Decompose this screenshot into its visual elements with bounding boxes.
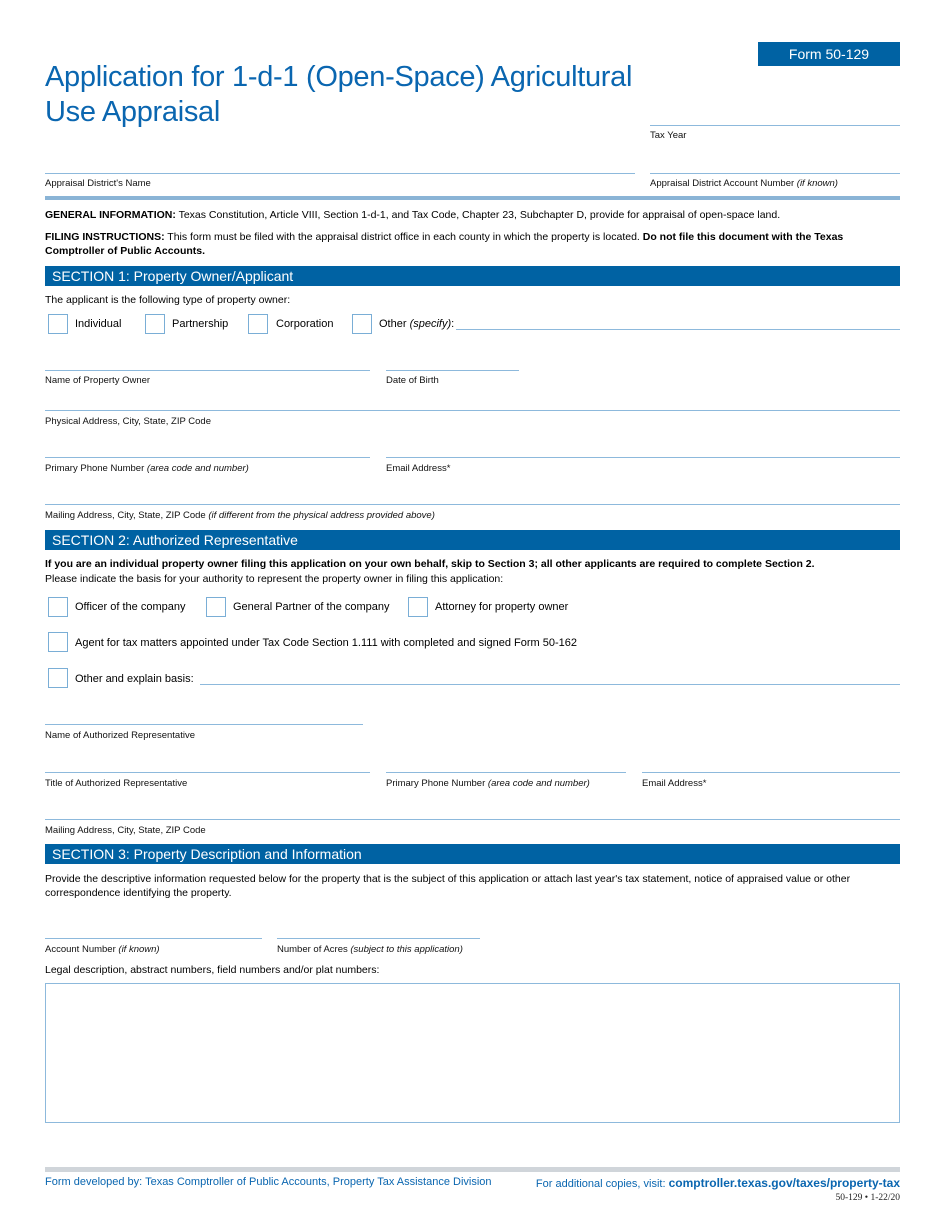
physical-address-label: Physical Address, City, State, ZIP Code bbox=[45, 416, 211, 427]
owner-name-label: Name of Property Owner bbox=[45, 375, 151, 386]
footer-form-code: 50-129 • 1-22/20 bbox=[835, 1193, 900, 1203]
dob-label: Date of Birth bbox=[386, 375, 439, 386]
rep-mailing-address-label: Mailing Address, City, State, ZIP Code bbox=[45, 825, 206, 836]
rep-phone-label: Primary Phone Number (area code and numb… bbox=[386, 778, 590, 789]
checkbox-corporation[interactable] bbox=[248, 314, 268, 334]
account-number-field[interactable] bbox=[45, 938, 262, 939]
section-3-header: SECTION 3: Property Description and Info… bbox=[45, 844, 900, 864]
rep-name-field[interactable] bbox=[45, 724, 363, 725]
checkbox-agent-label: Agent for tax matters appointed under Ta… bbox=[75, 637, 578, 649]
owner-mailing-address-label: Mailing Address, City, State, ZIP Code (… bbox=[45, 510, 435, 521]
rep-name-label: Name of Authorized Representative bbox=[45, 730, 195, 741]
section-2-intro: Please indicate the basis for your autho… bbox=[45, 573, 504, 585]
owner-phone-field[interactable] bbox=[45, 457, 370, 458]
footer-copies: For additional copies, visit: comptrolle… bbox=[535, 1176, 900, 1190]
section-2-header: SECTION 2: Authorized Representative bbox=[45, 530, 900, 550]
checkbox-officer[interactable] bbox=[48, 597, 68, 617]
header-divider bbox=[45, 196, 900, 200]
owner-type-intro: The applicant is the following type of p… bbox=[45, 294, 291, 306]
checkbox-other-basis[interactable] bbox=[48, 668, 68, 688]
district-name-field[interactable] bbox=[45, 173, 635, 174]
checkbox-partnership[interactable] bbox=[145, 314, 165, 334]
checkbox-attorney[interactable] bbox=[408, 597, 428, 617]
rep-email-label: Email Address* bbox=[642, 778, 707, 789]
other-specify-field[interactable] bbox=[456, 329, 900, 330]
tax-year-label: Tax Year bbox=[650, 130, 687, 141]
checkbox-individual[interactable] bbox=[48, 314, 68, 334]
rep-title-field[interactable] bbox=[45, 772, 370, 773]
owner-mailing-address-field[interactable] bbox=[45, 504, 900, 505]
section-3-intro: Provide the descriptive information requ… bbox=[45, 873, 851, 899]
section-2-bold-intro: If you are an individual property owner … bbox=[45, 558, 815, 570]
footer-developed-by: Form developed by: Texas Comptroller of … bbox=[45, 1176, 492, 1188]
owner-name-field[interactable] bbox=[45, 370, 370, 371]
checkbox-agent[interactable] bbox=[48, 632, 68, 652]
account-number-label: Account Number (if known) bbox=[45, 944, 160, 955]
acres-field[interactable] bbox=[277, 938, 480, 939]
checkbox-attorney-label: Attorney for property owner bbox=[435, 601, 569, 613]
acres-label: Number of Acres (subject to this applica… bbox=[277, 944, 463, 955]
general-information: GENERAL INFORMATION: Texas Constitution,… bbox=[45, 209, 781, 221]
legal-description-label: Legal description, abstract numbers, fie… bbox=[45, 964, 380, 976]
rep-title-label: Title of Authorized Representative bbox=[45, 778, 188, 789]
checkbox-other-label: Other (specify): bbox=[379, 318, 455, 330]
dob-field[interactable] bbox=[386, 370, 519, 371]
checkbox-individual-label: Individual bbox=[75, 318, 122, 330]
owner-email-label: Email Address* bbox=[386, 463, 451, 474]
form-number-badge: Form 50-129 bbox=[758, 42, 900, 66]
district-account-label: Appraisal District Account Number (if kn… bbox=[650, 178, 838, 189]
rep-mailing-address-field[interactable] bbox=[45, 819, 900, 820]
checkbox-general-partner[interactable] bbox=[206, 597, 226, 617]
district-account-field[interactable] bbox=[650, 173, 900, 174]
checkbox-officer-label: Officer of the company bbox=[75, 601, 186, 613]
checkbox-other[interactable] bbox=[352, 314, 372, 334]
physical-address-field[interactable] bbox=[45, 410, 900, 411]
tax-year-field[interactable] bbox=[650, 125, 900, 126]
rep-email-field[interactable] bbox=[642, 772, 900, 773]
owner-phone-label: Primary Phone Number (area code and numb… bbox=[45, 463, 249, 474]
owner-email-field[interactable] bbox=[386, 457, 900, 458]
district-name-label: Appraisal District's Name bbox=[45, 178, 151, 189]
checkbox-corporation-label: Corporation bbox=[276, 318, 334, 330]
page-title: Application for 1-d-1 (Open-Space) Agric… bbox=[45, 61, 633, 128]
checkbox-other-basis-label: Other and explain basis: bbox=[75, 673, 194, 685]
filing-instructions: FILING INSTRUCTIONS: This form must be f… bbox=[45, 231, 844, 257]
checkbox-partnership-label: Partnership bbox=[172, 318, 229, 330]
checkbox-general-partner-label: General Partner of the company bbox=[233, 601, 390, 613]
rep-phone-field[interactable] bbox=[386, 772, 626, 773]
section-1-header: SECTION 1: Property Owner/Applicant bbox=[45, 266, 900, 286]
footer-divider bbox=[45, 1167, 900, 1172]
footer-copies-link[interactable]: comptroller.texas.gov/taxes/property-tax bbox=[669, 1176, 900, 1190]
legal-description-textarea[interactable] bbox=[45, 983, 900, 1123]
other-basis-field[interactable] bbox=[200, 684, 900, 685]
